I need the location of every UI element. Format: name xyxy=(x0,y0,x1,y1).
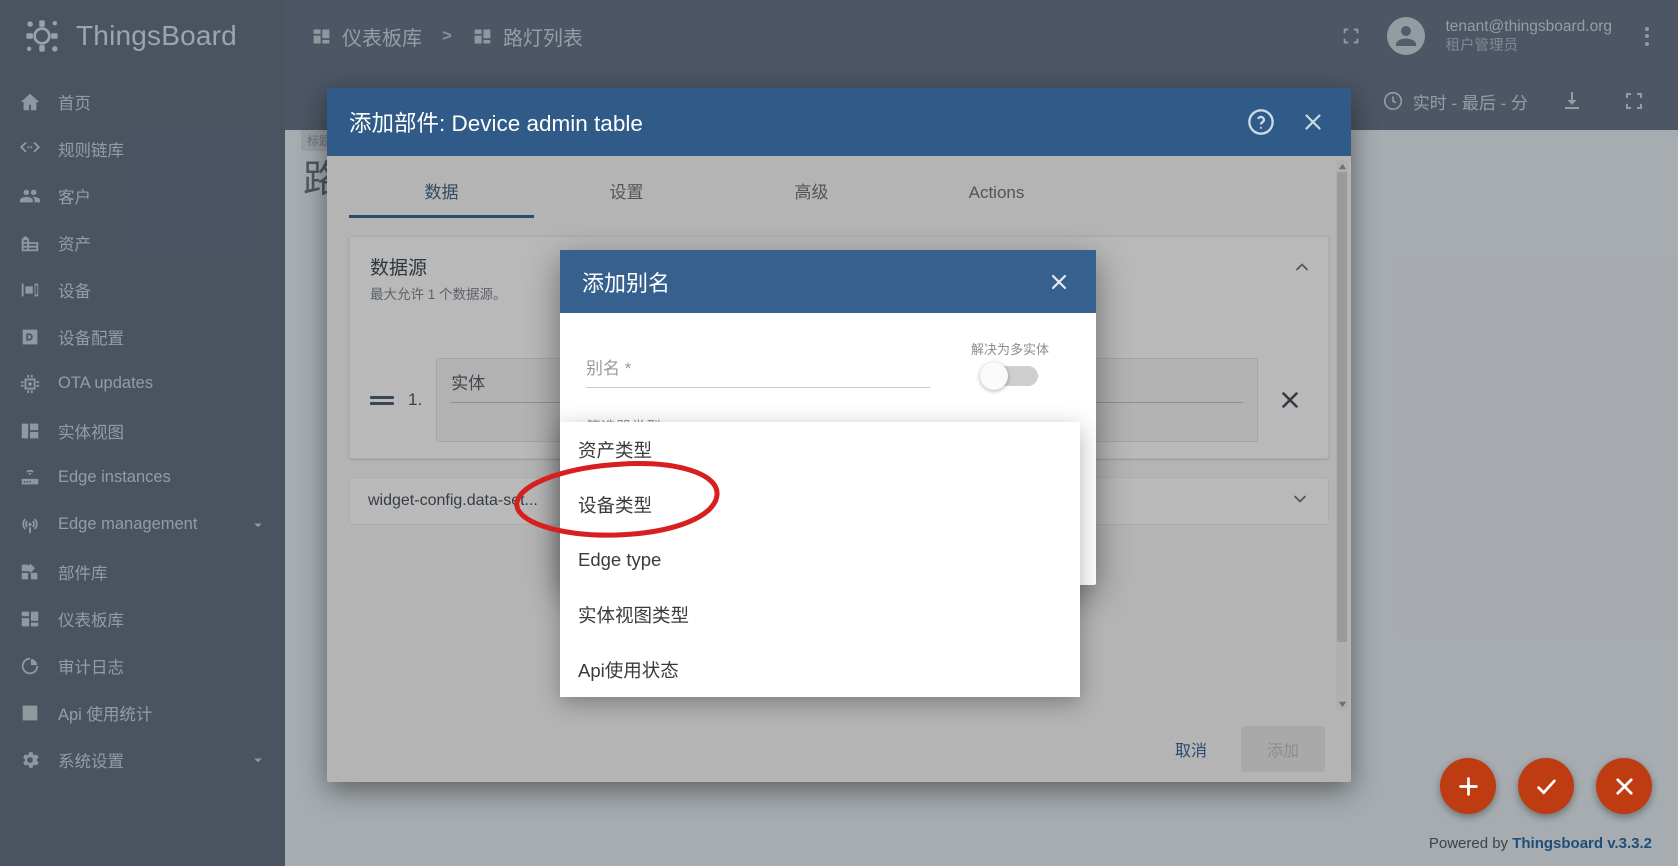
dialog-scrollbar[interactable] xyxy=(1336,160,1348,710)
add-widget-dialog-header: 添加部件: Device admin table xyxy=(327,88,1351,156)
close-icon[interactable] xyxy=(1297,106,1329,138)
dropdown-option-asset-type[interactable]: 资产类型 xyxy=(560,422,1080,477)
toggle-knob xyxy=(980,362,1008,390)
app-root: ThingsBoard 首页 规则链库 客户 资产 xyxy=(0,0,1678,866)
tab-data[interactable]: 数据 xyxy=(349,178,534,218)
field-underline xyxy=(586,387,930,388)
add-widget-dialog-title: 添加部件: Device admin table xyxy=(349,106,643,138)
tab-actions[interactable]: Actions xyxy=(904,183,1089,218)
add-button[interactable]: 添加 xyxy=(1241,726,1325,772)
apply-fab[interactable] xyxy=(1518,758,1574,814)
chevron-down-icon[interactable] xyxy=(1290,489,1310,514)
chevron-up-icon[interactable] xyxy=(1292,257,1312,282)
alias-input-wrapper[interactable]: 别名 * xyxy=(586,354,930,388)
drag-handle-icon[interactable] xyxy=(370,396,394,405)
tab-advanced[interactable]: 高级 xyxy=(719,178,904,218)
help-icon[interactable] xyxy=(1245,106,1277,138)
datasource-index: 1. xyxy=(408,390,422,410)
dropdown-option-entity-view-type[interactable]: 实体视图类型 xyxy=(560,587,1080,642)
powered-brand: Thingsboard v.3.3.2 xyxy=(1512,835,1652,852)
tab-settings[interactable]: 设置 xyxy=(534,178,719,218)
remove-datasource-button[interactable] xyxy=(1272,387,1308,413)
add-fab[interactable] xyxy=(1440,758,1496,814)
floating-action-buttons xyxy=(1440,758,1652,814)
cancel-fab[interactable] xyxy=(1596,758,1652,814)
resolve-multiple-toggle-wrapper: 解决为多实体 xyxy=(950,339,1070,388)
powered-by-footer: Powered by Thingsboard v.3.3.2 xyxy=(1429,835,1652,852)
filter-type-dropdown: 资产类型 设备类型 Edge type 实体视图类型 Api使用状态 xyxy=(560,422,1080,697)
powered-prefix: Powered by xyxy=(1429,835,1512,852)
add-alias-dialog-title: 添加别名 xyxy=(582,266,670,298)
close-icon[interactable] xyxy=(1044,267,1074,297)
resolve-multiple-toggle[interactable] xyxy=(982,366,1038,386)
add-alias-dialog-header: 添加别名 xyxy=(560,250,1096,313)
resolve-multiple-toggle-label: 解决为多实体 xyxy=(950,339,1070,358)
scrollbar-thumb[interactable] xyxy=(1337,172,1347,642)
dropdown-option-api-usage-state[interactable]: Api使用状态 xyxy=(560,642,1080,697)
dropdown-option-edge-type[interactable]: Edge type xyxy=(560,532,1080,587)
scroll-down-icon[interactable] xyxy=(1336,698,1348,710)
widget-config-data-set-label: widget-config.data-set... xyxy=(368,492,538,510)
alias-field-row: 别名 * 解决为多实体 xyxy=(586,339,1070,388)
scroll-up-icon[interactable] xyxy=(1336,160,1348,172)
add-widget-dialog-tabs: 数据 设置 高级 Actions xyxy=(327,156,1351,218)
add-widget-dialog-header-actions xyxy=(1245,106,1329,138)
add-widget-dialog-footer: 取消 添加 xyxy=(327,716,1351,782)
alias-input-label: 别名 * xyxy=(586,354,930,387)
dropdown-option-device-type[interactable]: 设备类型 xyxy=(560,477,1080,532)
cancel-button[interactable]: 取消 xyxy=(1159,728,1223,770)
